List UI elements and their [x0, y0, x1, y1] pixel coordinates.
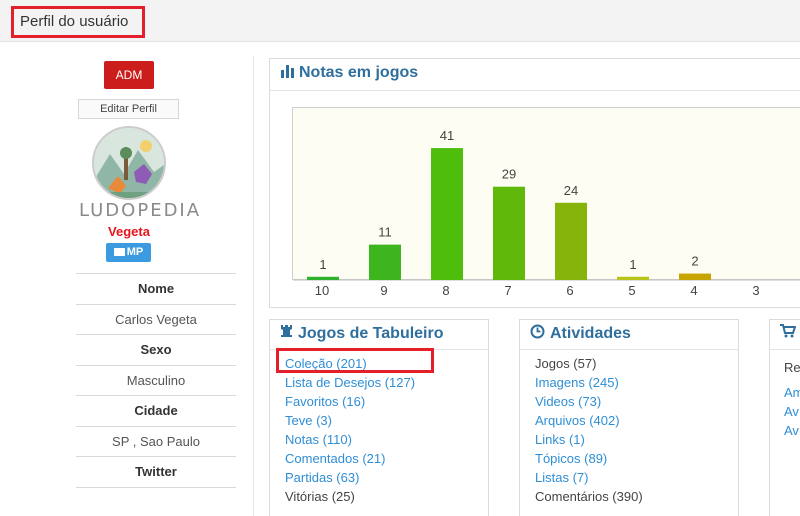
ratings-panel: Notas em jogos 1 11 41 29 24 1 2 10 9 8 7 6 5 4 3	[269, 58, 800, 308]
activities-list: Jogos (57) Imagens (245) Videos (73) Arquiv…	[535, 354, 643, 506]
activities-item[interactable]: Imagens (245)	[535, 373, 643, 392]
board-games-item[interactable]: Comentados (21)	[285, 449, 415, 468]
board-games-title-text: Jogos de Tabuleiro	[298, 325, 444, 342]
x-tick-label: 9	[380, 283, 387, 298]
highlight-box	[276, 348, 434, 373]
activities-item: Comentários (390)	[535, 489, 643, 504]
board-games-item[interactable]: Lista de Desejos (127)	[285, 373, 415, 392]
top-bar: Perfil do usuário	[0, 0, 800, 42]
bar-value-label: 11	[378, 225, 392, 240]
private-message-button[interactable]: MP	[106, 243, 151, 262]
info-label-city: Cidade	[76, 396, 236, 427]
x-tick-label: 4	[690, 283, 697, 298]
rook-icon	[281, 325, 292, 337]
info-label-twitter: Twitter	[76, 457, 236, 488]
envelope-icon	[113, 248, 125, 256]
username[interactable]: Vegeta	[79, 224, 179, 239]
ratings-chart: 1 11 41 29 24 1 2	[292, 107, 800, 281]
info-label-name: Nome	[76, 274, 236, 305]
edit-profile-button[interactable]: Editar Perfil	[78, 99, 179, 119]
third-panel-item: Re	[784, 360, 800, 375]
bar-value-label: 29	[502, 167, 516, 182]
x-axis-labels: 10 9 8 7 6 5 4 3	[315, 283, 760, 298]
ratings-panel-title: Notas em jogos	[280, 64, 418, 82]
third-panel-title	[780, 324, 797, 342]
bar-chart-icon	[281, 65, 294, 78]
avatar[interactable]	[92, 126, 166, 200]
info-value-city: SP , Sao Paulo	[76, 427, 236, 457]
bar-value-label: 24	[564, 183, 578, 198]
mp-label: MP	[126, 246, 144, 258]
x-tick-label: 3	[752, 283, 759, 298]
panel-divider	[520, 349, 738, 350]
cart-icon	[780, 324, 797, 338]
clock-icon	[530, 324, 545, 339]
board-games-item[interactable]: Favoritos (16)	[285, 392, 415, 411]
chart-bar[interactable]	[369, 244, 401, 280]
ratings-title-text: Notas em jogos	[299, 64, 419, 81]
chart-bar[interactable]	[493, 186, 525, 280]
activities-panel: Atividades Jogos (57) Imagens (245) Videos…	[519, 319, 739, 516]
ludopedia-logo: LUDOPEDIA	[79, 200, 202, 221]
panel-divider	[270, 90, 800, 91]
third-panel: Re Am Av Av	[769, 319, 800, 516]
activities-item[interactable]: Links (1)	[535, 430, 643, 449]
page-title: Perfil do usuário	[11, 6, 146, 38]
avatar-image	[94, 128, 164, 198]
adm-button[interactable]: ADM	[104, 61, 154, 89]
info-value-name: Carlos Vegeta	[76, 305, 236, 335]
x-tick-label: 10	[315, 283, 329, 298]
bar-value-label: 2	[691, 254, 698, 269]
third-panel-list: Re Am Av Av	[784, 358, 800, 440]
activities-item[interactable]: Listas (7)	[535, 468, 643, 487]
chart-bar[interactable]	[679, 273, 711, 280]
profile-info-list: Nome Carlos Vegeta Sexo Masculino Cidade…	[76, 273, 236, 516]
activities-item[interactable]: Videos (73)	[535, 392, 643, 411]
x-tick-label: 8	[442, 283, 449, 298]
x-tick-label: 7	[504, 283, 511, 298]
activities-item: Jogos (57)	[535, 356, 597, 371]
ratings-chart-svg: 1114129241 2	[293, 128, 800, 281]
chart-bar[interactable]	[307, 276, 339, 280]
activities-title: Atividades	[530, 324, 631, 343]
chart-bar[interactable]	[555, 202, 587, 280]
activities-title-text: Atividades	[550, 325, 631, 342]
chart-bar[interactable]	[617, 276, 649, 280]
x-tick-label: 6	[566, 283, 573, 298]
info-value-gender: Masculino	[76, 366, 236, 396]
third-panel-item[interactable]: Av	[784, 402, 800, 421]
bar-value-label: 1	[319, 257, 326, 272]
third-panel-item[interactable]: Am	[784, 383, 800, 402]
activities-item[interactable]: Tópicos (89)	[535, 449, 643, 468]
board-games-item[interactable]: Partidas (63)	[285, 468, 415, 487]
third-panel-item[interactable]: Av	[784, 421, 800, 440]
board-games-list: Coleção (201) Lista de Desejos (127) Favor…	[285, 354, 415, 506]
info-label-gender: Sexo	[76, 335, 236, 366]
column-divider	[253, 56, 254, 516]
activities-item[interactable]: Arquivos (402)	[535, 411, 643, 430]
board-games-item[interactable]: Notas (110)	[285, 430, 415, 449]
panel-divider	[770, 349, 800, 350]
board-games-item: Vitórias (25)	[285, 489, 355, 504]
board-games-item[interactable]: Teve (3)	[285, 411, 415, 430]
board-games-title: Jogos de Tabuleiro	[280, 324, 444, 343]
bar-value-label: 41	[440, 128, 454, 143]
x-tick-label: 5	[628, 283, 635, 298]
chart-bar[interactable]	[431, 148, 463, 280]
info-value-twitter[interactable]	[76, 488, 236, 516]
bar-value-label: 1	[629, 257, 636, 272]
